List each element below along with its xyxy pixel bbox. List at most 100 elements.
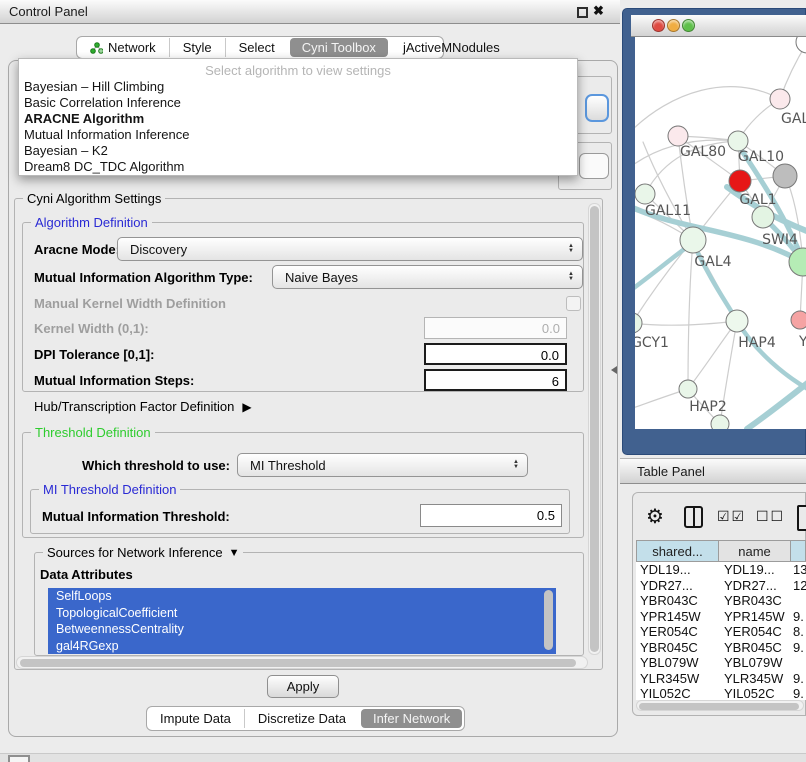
tab-jactivemnodules[interactable]: jActiveMNodules bbox=[390, 38, 513, 57]
chevron-right-icon: ▶ bbox=[242, 400, 251, 414]
dpi-tolerance-field[interactable]: 0.0 bbox=[424, 343, 567, 365]
tab-discretize-data[interactable]: Discretize Data bbox=[244, 709, 359, 728]
kernel-width-field[interactable]: 0.0 bbox=[424, 317, 567, 339]
algorithm-option-bayesian-k2[interactable]: Bayesian – K2 bbox=[19, 143, 577, 159]
export-table-icon[interactable] bbox=[797, 505, 806, 531]
algorithm-option-aracne-algorithm[interactable]: ARACNE Algorithm bbox=[19, 111, 577, 127]
focused-combo-button[interactable] bbox=[585, 94, 609, 122]
table-horizontal-scrollbar-thumb[interactable] bbox=[639, 703, 799, 710]
network-node[interactable] bbox=[789, 248, 806, 276]
tab-style[interactable]: Style bbox=[169, 38, 225, 57]
aracne-mode-combo[interactable]: Discovery ▲ ▼ bbox=[117, 237, 583, 261]
table-row[interactable]: YLR345W YLR345W 9. bbox=[636, 671, 806, 687]
table-cell: YDL19... bbox=[724, 562, 775, 577]
column-header-shared[interactable]: shared... bbox=[636, 540, 719, 562]
table-horizontal-scrollbar[interactable] bbox=[636, 700, 804, 711]
table-cell: YLR345W bbox=[724, 671, 783, 686]
tab-cyni-toolbox[interactable]: Cyni Toolbox bbox=[290, 38, 388, 57]
show-columns-checked-icon[interactable]: ☑☑ bbox=[717, 508, 746, 525]
network-node[interactable] bbox=[726, 310, 748, 332]
zoom-traffic-light[interactable] bbox=[682, 19, 695, 32]
manual-kernel-checkbox[interactable] bbox=[566, 296, 581, 311]
column-header-name[interactable]: name bbox=[719, 540, 791, 562]
close-traffic-light[interactable] bbox=[652, 19, 665, 32]
network-node[interactable] bbox=[728, 131, 748, 151]
apply-button[interactable]: Apply bbox=[267, 675, 339, 698]
mi-steps-field[interactable]: 6 bbox=[424, 369, 567, 391]
network-node[interactable] bbox=[729, 170, 751, 192]
tab-network[interactable]: Network bbox=[77, 38, 169, 57]
docked-panel-icon[interactable] bbox=[8, 755, 30, 762]
attributes-scrollbar-thumb[interactable] bbox=[544, 590, 553, 650]
tab-label: Cyni Toolbox bbox=[302, 40, 376, 55]
table-cell: YDL19... bbox=[640, 562, 691, 577]
table-row[interactable]: YDL19...YDL19...13 bbox=[636, 562, 806, 578]
algorithm-option-basic-correlation-inference[interactable]: Basic Correlation Inference bbox=[19, 95, 577, 111]
network-node[interactable] bbox=[668, 126, 688, 146]
table-row[interactable]: YBL079WYBL079W bbox=[636, 655, 806, 671]
hub-definition-section[interactable]: Hub/Transcription Factor Definition ▶ bbox=[34, 399, 252, 414]
float-window-icon[interactable] bbox=[577, 7, 588, 18]
table-cell: YBL079W bbox=[724, 655, 783, 670]
table-row[interactable]: YER054CYER054C8. bbox=[636, 624, 806, 640]
split-columns-icon[interactable] bbox=[684, 506, 703, 528]
table-row[interactable]: YDR27...YDR27...12 bbox=[636, 578, 806, 594]
settings-horizontal-scrollbar-thumb[interactable] bbox=[20, 659, 576, 667]
network-node[interactable] bbox=[680, 227, 706, 253]
algorithm-option-dream8-dc-tdc-algorithm[interactable]: Dream8 DC_TDC Algorithm bbox=[19, 159, 577, 175]
column-header-partial[interactable] bbox=[791, 540, 806, 562]
algorithm-option-bayesian-hill-climbing[interactable]: Bayesian – Hill Climbing bbox=[19, 79, 577, 95]
table-cell: YIL052C bbox=[640, 686, 691, 700]
algorithm-definition-title: Algorithm Definition bbox=[31, 215, 152, 230]
manual-kernel-label: Manual Kernel Width Definition bbox=[34, 296, 226, 311]
table-row[interactable]: YPR145WYPR145W9. bbox=[636, 609, 806, 625]
kernel-width-label: Kernel Width (0,1): bbox=[34, 321, 149, 336]
table-cell: 9. bbox=[793, 671, 804, 686]
attribute-item-gal4rgexp[interactable]: gal4RGexp bbox=[48, 638, 556, 655]
mi-type-value: Naive Bayes bbox=[285, 270, 358, 285]
network-node[interactable] bbox=[791, 311, 806, 329]
table-rows: YDL19...YDL19...13YDR27...YDR27...12YBR0… bbox=[636, 562, 806, 700]
node-label-gal80: GAL80 bbox=[680, 144, 726, 160]
network-edge-thick bbox=[737, 321, 806, 393]
splitter-collapse-icon[interactable] bbox=[611, 366, 617, 374]
mi-threshold-group-title: MI Threshold Definition bbox=[39, 482, 180, 497]
settings-gear-icon[interactable]: ⚙ bbox=[646, 504, 664, 529]
attribute-item-topologicalcoefficient[interactable]: TopologicalCoefficient bbox=[48, 605, 556, 622]
control-panel-titlebar: Control Panel ✖ bbox=[0, 0, 620, 24]
network-node[interactable] bbox=[679, 380, 697, 398]
table-cell: YLR345W bbox=[640, 671, 699, 686]
hide-columns-unchecked-icon[interactable]: ☐☐ bbox=[756, 508, 785, 525]
control-panel-tabbar: NetworkStyleSelectCyni ToolboxjActiveMNo… bbox=[76, 36, 444, 59]
bottom-strip bbox=[0, 753, 806, 762]
algorithm-option-mutual-information-inference[interactable]: Mutual Information Inference bbox=[19, 127, 577, 143]
network-node[interactable] bbox=[773, 164, 797, 188]
sources-group-title-row[interactable]: Sources for Network Inference ▼ bbox=[43, 545, 243, 560]
network-node[interactable] bbox=[770, 89, 790, 109]
tab-impute-data[interactable]: Impute Data bbox=[147, 709, 244, 728]
close-icon[interactable]: ✖ bbox=[593, 3, 604, 19]
minimize-traffic-light[interactable] bbox=[667, 19, 680, 32]
algorithm-select-popup: Select algorithm to view settings Bayesi… bbox=[18, 58, 578, 176]
which-threshold-combo[interactable]: MI Threshold ▲ ▼ bbox=[237, 453, 528, 477]
network-node[interactable] bbox=[796, 37, 806, 53]
table-row[interactable]: YBR045CYBR045C9. bbox=[636, 640, 806, 656]
network-node[interactable] bbox=[752, 206, 774, 228]
settings-vertical-scrollbar-thumb[interactable] bbox=[590, 206, 599, 652]
mi-type-combo[interactable]: Naive Bayes ▲ ▼ bbox=[272, 265, 583, 289]
network-node[interactable] bbox=[711, 415, 729, 429]
attribute-item-selfloops[interactable]: SelfLoops bbox=[48, 588, 556, 605]
table-row[interactable]: YBR043CYBR043C bbox=[636, 593, 806, 609]
table-row[interactable]: YIL052CYIL052C9. bbox=[636, 686, 806, 700]
network-node[interactable] bbox=[635, 184, 655, 204]
network-canvas[interactable]: GALGAL80GAL10GAL1GAL11SWI4GAL4GCY1HAP4YH… bbox=[635, 37, 806, 429]
mi-threshold-field[interactable]: 0.5 bbox=[420, 504, 562, 527]
settings-horizontal-scrollbar[interactable] bbox=[16, 656, 588, 669]
tab-infer-network[interactable]: Infer Network bbox=[361, 709, 462, 728]
data-attributes-list[interactable]: SelfLoopsTopologicalCoefficientBetweenne… bbox=[48, 588, 556, 654]
network-node[interactable] bbox=[635, 313, 642, 333]
settings-vertical-scrollbar[interactable] bbox=[588, 203, 601, 655]
tab-label: jActiveMNodules bbox=[403, 40, 500, 55]
attribute-item-betweennesscentrality[interactable]: BetweennessCentrality bbox=[48, 621, 556, 638]
tab-select[interactable]: Select bbox=[225, 38, 288, 57]
